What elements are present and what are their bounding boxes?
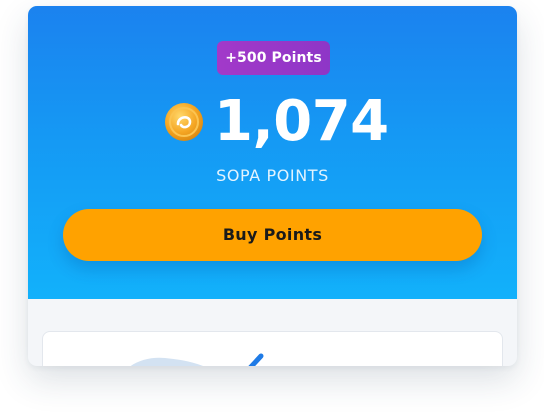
lower-content-card <box>42 331 503 366</box>
checkmark-illustration-icon <box>130 353 264 366</box>
app-stage: +500 Points 1,074 SOPA POINTS Buy Points <box>0 0 544 414</box>
buy-points-button[interactable]: Buy Points <box>63 209 482 261</box>
points-balance-value: 1,074 <box>214 89 389 154</box>
points-hero: +500 Points 1,074 SOPA POINTS Buy Points <box>28 6 517 299</box>
points-balance-label: SOPA POINTS <box>216 166 329 185</box>
points-card: +500 Points 1,074 SOPA POINTS Buy Points <box>28 6 517 366</box>
points-balance-row: 1,074 <box>164 90 389 154</box>
bonus-points-badge: +500 Points <box>217 41 330 75</box>
coin-icon <box>165 103 203 141</box>
